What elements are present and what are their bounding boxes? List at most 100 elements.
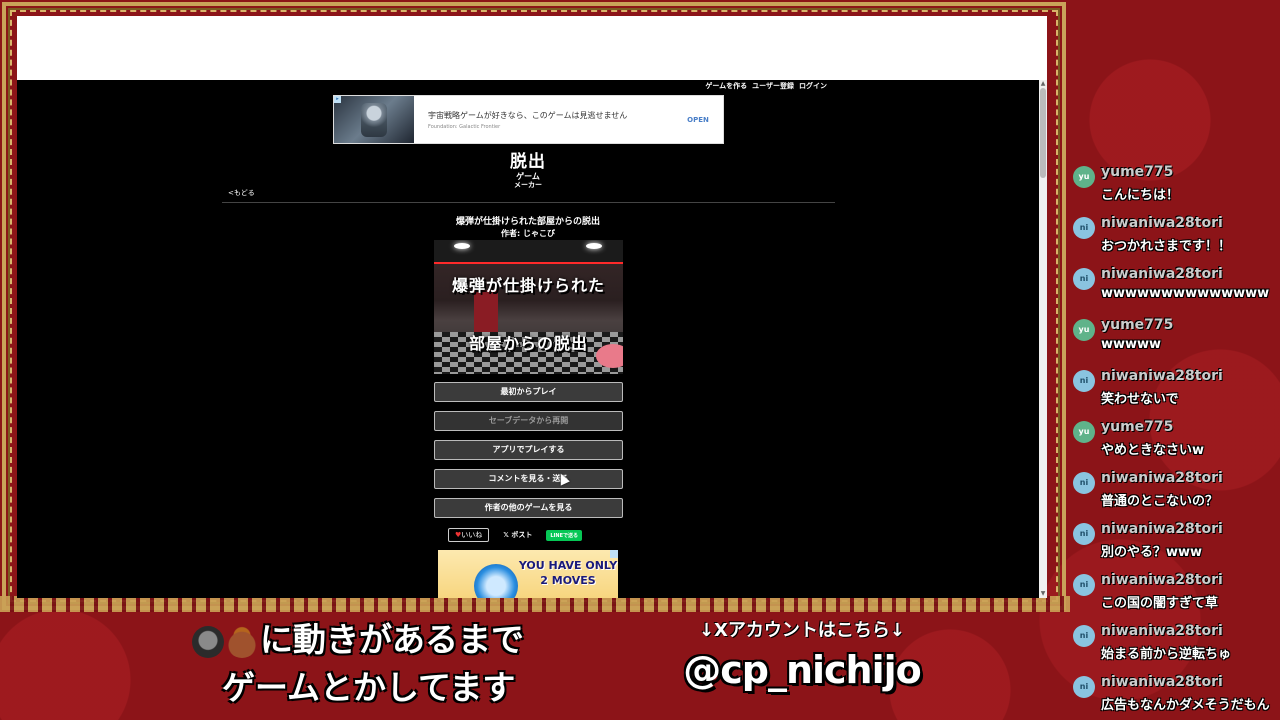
chat-username: niwaniwa28tori xyxy=(1101,266,1223,282)
x-account-handle: @cp_nichijo xyxy=(683,648,922,692)
play-in-app-button[interactable]: アプリでプレイする xyxy=(434,440,623,460)
chat-text: 別のやる？www xyxy=(1101,545,1203,560)
caption-line2: ゲームとかしてます xyxy=(222,668,516,707)
caption-line1-text: に動きがあるまで xyxy=(260,620,524,659)
user-avatar: ni xyxy=(1073,370,1095,392)
chat-username: niwaniwa28tori xyxy=(1101,623,1223,639)
like-button[interactable]: ♥いいね xyxy=(448,528,490,542)
chat-text: やめときなさいw xyxy=(1101,443,1205,458)
chat-username: niwaniwa28tori xyxy=(1101,368,1223,384)
game-thumbnail: 爆弾が仕掛けられた 部屋からの脱出 xyxy=(434,240,623,374)
ceiling-light-icon xyxy=(454,243,470,249)
gorilla-icon xyxy=(192,625,224,658)
logo-main-text: 脱出 xyxy=(510,152,546,172)
bottom-ad-line2: 2 MOVES xyxy=(540,574,596,587)
nav-register[interactable]: ユーザー登録 xyxy=(752,81,794,91)
game-author[interactable]: 作者: じゃこび xyxy=(17,228,1039,239)
chat-text: 普通のとこないの？ xyxy=(1101,494,1219,509)
ad-game-icon xyxy=(474,564,518,598)
chat-text: こんにちは！ xyxy=(1101,188,1180,203)
bottom-ad-line1: YOU HAVE ONLY xyxy=(518,559,618,572)
top-nav: ゲームを作る ユーザー登録 ログイン xyxy=(705,81,827,91)
user-avatar: ni xyxy=(1073,523,1095,545)
caption-line1: に動きがあるまで xyxy=(192,616,592,664)
ceiling-light-icon xyxy=(586,243,602,249)
post-label: ポスト xyxy=(511,531,533,539)
ad-choices-icon[interactable] xyxy=(610,550,618,558)
ad-image xyxy=(334,96,414,143)
chat-text: おつかれさまです！！ xyxy=(1101,239,1232,254)
chat-username: yume775 xyxy=(1101,419,1174,435)
chat-text: wwwwwwwwwwwwww xyxy=(1101,286,1270,301)
chat-message: ni niwaniwa28tori 笑わせないで xyxy=(1068,364,1280,415)
stream-caption-left: に動きがあるまで ゲームとかしてます xyxy=(192,616,592,712)
chat-message: ni niwaniwa28tori 普通のとこないの？ xyxy=(1068,466,1280,517)
back-link[interactable]: <もどる xyxy=(228,188,255,198)
ad-choices-icon[interactable]: ▸ xyxy=(334,96,341,103)
play-from-start-button[interactable]: 最初からプレイ xyxy=(434,382,623,402)
user-avatar: ni xyxy=(1073,625,1095,647)
author-games-button[interactable]: 作者の他のゲームを見る xyxy=(434,498,623,518)
scroll-up-arrow-icon[interactable]: ▲ xyxy=(1039,80,1047,88)
logo-sub-text: ゲーム xyxy=(516,172,540,181)
bottom-ad-text: YOU HAVE ONLY 2 MOVES xyxy=(518,558,618,588)
chat-username: niwaniwa28tori xyxy=(1101,215,1223,231)
chat-text: 始まる前から逆転ちゅ xyxy=(1101,647,1232,662)
chat-message: ni niwaniwa28tori 始まる前から逆転ちゅ xyxy=(1068,619,1280,670)
user-avatar: ni xyxy=(1073,574,1095,596)
user-avatar: ni xyxy=(1073,217,1095,239)
chat-message: yu yume775 こんにちは！ xyxy=(1068,160,1280,211)
like-label: いいね xyxy=(461,531,483,539)
chat-username: niwaniwa28tori xyxy=(1101,572,1223,588)
chat-message: yu yume775 やめときなさいw xyxy=(1068,415,1280,466)
divider xyxy=(222,202,835,203)
ad-banner[interactable]: ▸ 宇宙戦略ゲームが好きなら、このゲームは見逃せません Foundation: … xyxy=(333,95,724,144)
ad-title: 宇宙戦略ゲームが好きなら、このゲームは見逃せません xyxy=(428,110,628,120)
chat-message: ni niwaniwa28tori 広告もなんかダメそうだもん xyxy=(1068,670,1280,720)
thumbnail-ceiling xyxy=(434,240,623,264)
bottom-ad[interactable]: YOU HAVE ONLY 2 MOVES xyxy=(438,550,618,598)
decorative-band xyxy=(0,596,1070,612)
browser-window: ゲームを作る ユーザー登録 ログイン ▸ 宇宙戦略ゲームが好きなら、このゲームは… xyxy=(17,16,1047,598)
comments-button[interactable]: コメントを見る・送る xyxy=(434,469,623,489)
chat-username: niwaniwa28tori xyxy=(1101,521,1223,537)
user-avatar: yu xyxy=(1073,421,1095,443)
chat-message: ni niwaniwa28tori wwwwwwwwwwwwww xyxy=(1068,262,1280,313)
ad-advertiser: Foundation: Galactic Frontier xyxy=(428,123,501,130)
social-share-bar: ♥いいね 𝕏 ポスト LINEで送る xyxy=(448,528,583,542)
site-logo[interactable]: 脱出 ゲーム メーカー xyxy=(507,154,549,189)
poop-icon xyxy=(226,625,258,658)
user-avatar: yu xyxy=(1073,319,1095,341)
resume-save-button[interactable]: セーブデータから再開 xyxy=(434,411,623,431)
chat-text: この国の闇すぎて草 xyxy=(1101,596,1219,611)
user-avatar: ni xyxy=(1073,676,1095,698)
chat-message: ni niwaniwa28tori おつかれさまです！！ xyxy=(1068,211,1280,262)
robot-icon xyxy=(361,102,387,137)
chat-username: niwaniwa28tori xyxy=(1101,470,1223,486)
page-viewport: ゲームを作る ユーザー登録 ログイン ▸ 宇宙戦略ゲームが好きなら、このゲームは… xyxy=(17,80,1039,598)
game-title: 爆弾が仕掛けられた部屋からの脱出 xyxy=(455,217,600,227)
chat-panel: yu yume775 こんにちは！ ni niwaniwa28tori おつかれさまです！… xyxy=(1068,160,1280,720)
chat-message: ni niwaniwa28tori この国の闇すぎて草 xyxy=(1068,568,1280,619)
x-post-button[interactable]: 𝕏 ポスト xyxy=(503,530,532,540)
user-avatar: ni xyxy=(1073,472,1095,494)
thumbnail-door xyxy=(474,290,498,334)
stream-caption-right: ↓Xアカウントはこちら↓ @cp_nichijo xyxy=(672,616,932,692)
x-account-note: ↓Xアカウントはこちら↓ xyxy=(698,620,906,641)
nav-create-game[interactable]: ゲームを作る xyxy=(705,81,747,91)
chat-text: wwwww xyxy=(1101,337,1162,352)
chat-username: yume775 xyxy=(1101,164,1174,180)
scrollbar-thumb[interactable] xyxy=(1040,88,1046,178)
chat-message: yu yume775 wwwww xyxy=(1068,313,1280,364)
chat-text: 広告もなんかダメそうだもん xyxy=(1101,698,1270,713)
ad-open-button[interactable]: OPEN xyxy=(673,116,723,124)
user-avatar: ni xyxy=(1073,268,1095,290)
chat-text: 笑わせないで xyxy=(1101,392,1179,407)
chat-username: yume775 xyxy=(1101,317,1174,333)
chat-message: ni niwaniwa28tori 別のやる？www xyxy=(1068,517,1280,568)
scroll-down-arrow-icon[interactable]: ▼ xyxy=(1039,590,1047,598)
thumbnail-title-line2: 部屋からの脱出 xyxy=(468,334,588,353)
line-share-button[interactable]: LINEで送る xyxy=(546,529,583,541)
page-scrollbar[interactable]: ▲ ▼ xyxy=(1039,80,1047,598)
nav-login[interactable]: ログイン xyxy=(799,81,827,91)
